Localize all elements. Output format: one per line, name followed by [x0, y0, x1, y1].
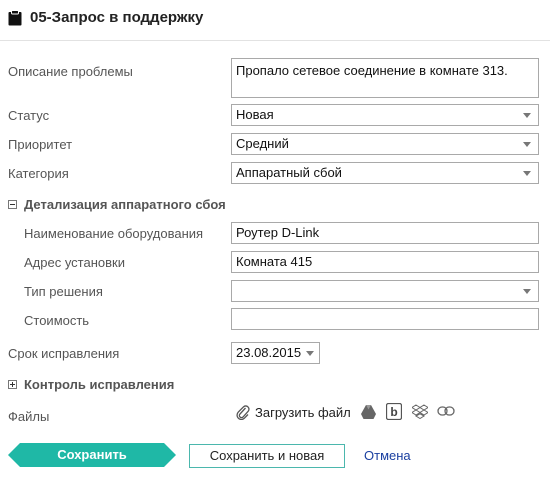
equipment-input[interactable]: Роутер D-Link: [231, 222, 539, 244]
cost-label: Стоимость: [24, 313, 90, 328]
solution-type-label: Тип решения: [24, 284, 103, 299]
description-textarea[interactable]: Пропало сетевое соединение в комнате 313…: [231, 58, 539, 98]
link-icon[interactable]: [437, 406, 455, 416]
control-section-toggle[interactable]: Контроль исправления: [8, 377, 228, 393]
category-select[interactable]: Аппаратный сбой: [231, 162, 539, 184]
svg-text:b: b: [390, 405, 397, 419]
address-label: Адрес установки: [24, 255, 125, 270]
priority-label: Приоритет: [8, 137, 73, 152]
hardware-section-toggle[interactable]: Детализация аппаратного сбоя: [8, 197, 268, 213]
due-date-label: Срок исправления: [8, 346, 120, 361]
chevron-down-icon: [306, 351, 314, 356]
status-label: Статус: [8, 108, 50, 123]
collapse-icon: [8, 200, 17, 209]
category-value: Аппаратный сбой: [236, 165, 342, 180]
expand-icon: [8, 380, 17, 389]
address-value: Комната 415: [236, 254, 313, 269]
chevron-down-icon: [523, 171, 531, 176]
paperclip-icon: [236, 405, 250, 420]
page-header: 05-Запрос в поддержку: [0, 0, 550, 41]
save-and-new-button[interactable]: Сохранить и новая: [189, 444, 345, 468]
address-input[interactable]: Комната 415: [231, 251, 539, 273]
category-label: Категория: [8, 166, 69, 181]
status-select[interactable]: Новая: [231, 104, 539, 126]
cost-input[interactable]: [231, 308, 539, 330]
hardware-section-title: Детализация аппаратного сбоя: [24, 197, 226, 212]
upload-file-button[interactable]: Загрузить файл: [236, 403, 356, 423]
upload-file-label: Загрузить файл: [255, 405, 351, 420]
google-drive-icon[interactable]: [361, 405, 376, 419]
chevron-down-icon: [523, 289, 531, 294]
description-value: Пропало сетевое соединение в комнате 313…: [236, 63, 508, 78]
due-date-value: 23.08.2015: [236, 345, 302, 360]
description-label: Описание проблемы: [8, 64, 133, 79]
solution-type-select[interactable]: [231, 280, 539, 302]
priority-select[interactable]: Средний: [231, 133, 539, 155]
chevron-down-icon: [523, 113, 531, 118]
cancel-link[interactable]: Отмена: [364, 448, 411, 463]
equipment-label: Наименование оборудования: [24, 226, 204, 241]
priority-value: Средний: [236, 136, 289, 151]
dropbox-icon[interactable]: [412, 404, 428, 419]
due-date-picker[interactable]: 23.08.2015: [231, 342, 320, 364]
clipboard-icon: [8, 10, 22, 26]
equipment-value: Роутер D-Link: [236, 225, 320, 240]
save-button[interactable]: Сохранить: [8, 443, 176, 467]
status-value: Новая: [236, 107, 274, 122]
control-section-title: Контроль исправления: [24, 377, 175, 392]
box-icon[interactable]: b: [386, 403, 402, 420]
chevron-down-icon: [523, 142, 531, 147]
page-title: 05-Запрос в поддержку: [30, 9, 204, 26]
files-label: Файлы: [8, 409, 50, 424]
